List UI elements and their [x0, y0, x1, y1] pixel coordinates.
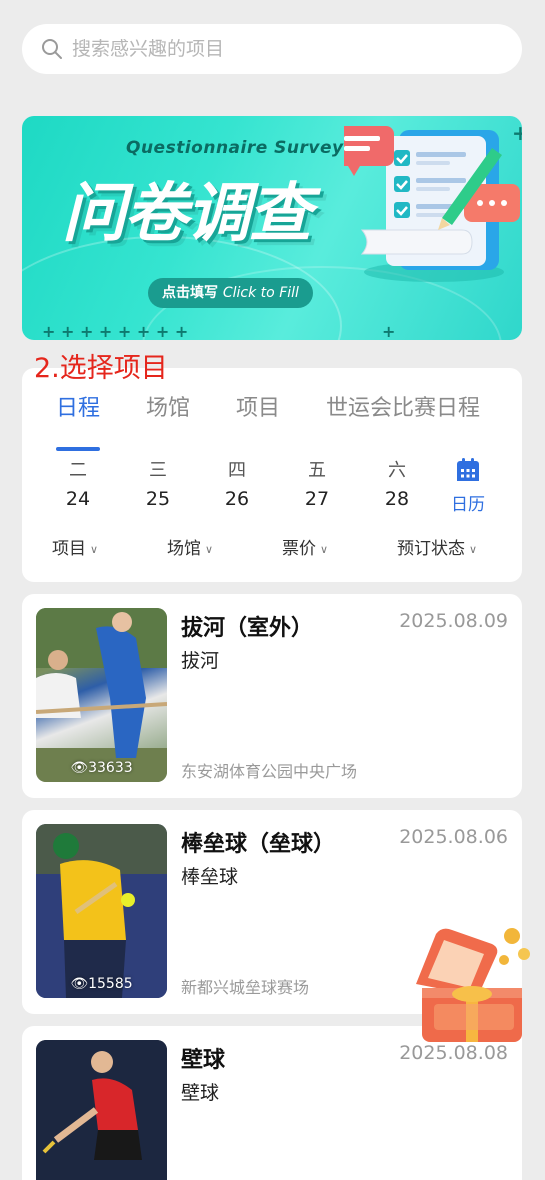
event-venue: 新都兴城垒球赛场: [181, 978, 310, 997]
search-input[interactable]: [72, 38, 472, 60]
weekday-label: 五: [308, 460, 326, 481]
calendar-icon: [457, 458, 479, 481]
event-card[interactable]: 壁球 壁球 2025.08.08: [22, 1026, 522, 1180]
tab-schedule[interactable]: 日程: [56, 390, 100, 422]
date-item[interactable]: 六 28: [367, 456, 427, 510]
event-date: 2025.08.09: [399, 610, 508, 632]
step-label: 2.选择项目: [34, 353, 168, 384]
event-subtitle: 拔河: [181, 650, 220, 672]
calendar-label: 日历: [451, 495, 485, 515]
event-date: 2025.08.06: [399, 826, 508, 848]
squash-photo: [36, 1040, 167, 1180]
tab-active-indicator: [56, 447, 100, 451]
chevron-down-icon: ∨: [90, 542, 99, 556]
schedule-filter-card: 日程 场馆 项目 世运会比赛日程 二 24 三 25 四 26 五 27 六 2…: [22, 368, 522, 582]
svg-text:+: +: [512, 122, 522, 145]
filter-label: 预订状态: [397, 539, 465, 559]
weekday-label: 三: [149, 460, 167, 481]
eye-icon: 👁: [70, 976, 89, 992]
view-count: 👁15585: [36, 976, 167, 992]
event-subtitle: 壁球: [181, 1082, 220, 1104]
banner-fill-button[interactable]: 点击填写 Click to Fill: [148, 278, 313, 308]
plus-decoration-icon: +: [382, 322, 396, 340]
weekday-label: 六: [388, 460, 406, 481]
event-title: 棒垒球（垒球）: [181, 832, 336, 857]
date-number: 28: [384, 488, 410, 510]
banner-button-cn: 点击填写: [162, 285, 218, 301]
filter-booking-status-dropdown[interactable]: 预订状态 ∨: [397, 534, 477, 559]
tug-of-war-photo: [36, 608, 167, 782]
tab-world-games-schedule[interactable]: 世运会比赛日程: [326, 390, 480, 422]
search-bar[interactable]: [22, 24, 522, 74]
survey-document-icon: +: [344, 122, 522, 282]
banner-button-en: Click to Fill: [222, 285, 299, 301]
view-count: 👁33633: [36, 760, 167, 776]
filter-venue-dropdown[interactable]: 场馆 ∨: [167, 534, 213, 559]
event-venue: 东安湖体育公园中央广场: [181, 762, 358, 781]
eye-icon: 👁: [70, 760, 89, 776]
tab-project[interactable]: 项目: [236, 390, 280, 422]
weekday-label: 四: [228, 460, 246, 481]
filter-label: 票价: [282, 539, 316, 559]
filter-project-dropdown[interactable]: 项目 ∨: [52, 534, 98, 559]
event-subtitle: 棒垒球: [181, 866, 239, 888]
banner-title: 问卷调查: [62, 177, 312, 251]
filter-label: 场馆: [167, 539, 201, 559]
filter-bar: 项目 ∨ 场馆 ∨ 票价 ∨ 预订状态 ∨: [22, 534, 522, 560]
softball-photo: [36, 824, 167, 998]
chevron-down-icon: ∨: [469, 542, 478, 556]
event-title: 拔河（室外）: [181, 616, 314, 641]
event-thumbnail: 👁15585: [36, 824, 167, 998]
tab-venue[interactable]: 场馆: [146, 390, 190, 422]
date-number: 27: [304, 488, 330, 510]
event-card[interactable]: 👁33633 拔河（室外） 拔河 2025.08.09 东安湖体育公园中央广场: [22, 594, 522, 798]
event-title: 壁球: [181, 1048, 226, 1073]
gift-box-icon[interactable]: [408, 914, 538, 1048]
weekday-label: 二: [69, 460, 87, 481]
date-item[interactable]: 五 27: [287, 456, 347, 510]
date-number: 26: [224, 488, 250, 510]
survey-banner[interactable]: Questionnaire Survey 问卷调查 点击填写 Click to …: [22, 116, 522, 340]
date-number: 24: [65, 488, 91, 510]
calendar-button[interactable]: 日历: [438, 456, 498, 515]
search-icon: [42, 39, 62, 59]
event-thumbnail: [36, 1040, 167, 1180]
view-count-value: 15585: [88, 976, 133, 992]
date-strip: 二 24 三 25 四 26 五 27 六 28 日历: [22, 456, 522, 516]
chevron-down-icon: ∨: [320, 542, 329, 556]
plus-decoration-icon: + + + + + + + +: [42, 322, 189, 340]
tab-bar: 日程 场馆 项目 世运会比赛日程: [22, 390, 522, 451]
banner-subtitle: Questionnaire Survey: [126, 138, 344, 158]
view-count-value: 33633: [88, 760, 133, 776]
date-item[interactable]: 三 25: [128, 456, 188, 510]
filter-price-dropdown[interactable]: 票价 ∨: [282, 534, 328, 559]
date-number: 25: [145, 488, 171, 510]
date-item[interactable]: 二 24: [48, 456, 108, 510]
filter-label: 项目: [52, 539, 86, 559]
event-thumbnail: 👁33633: [36, 608, 167, 782]
date-item[interactable]: 四 26: [207, 456, 267, 510]
chevron-down-icon: ∨: [205, 542, 214, 556]
